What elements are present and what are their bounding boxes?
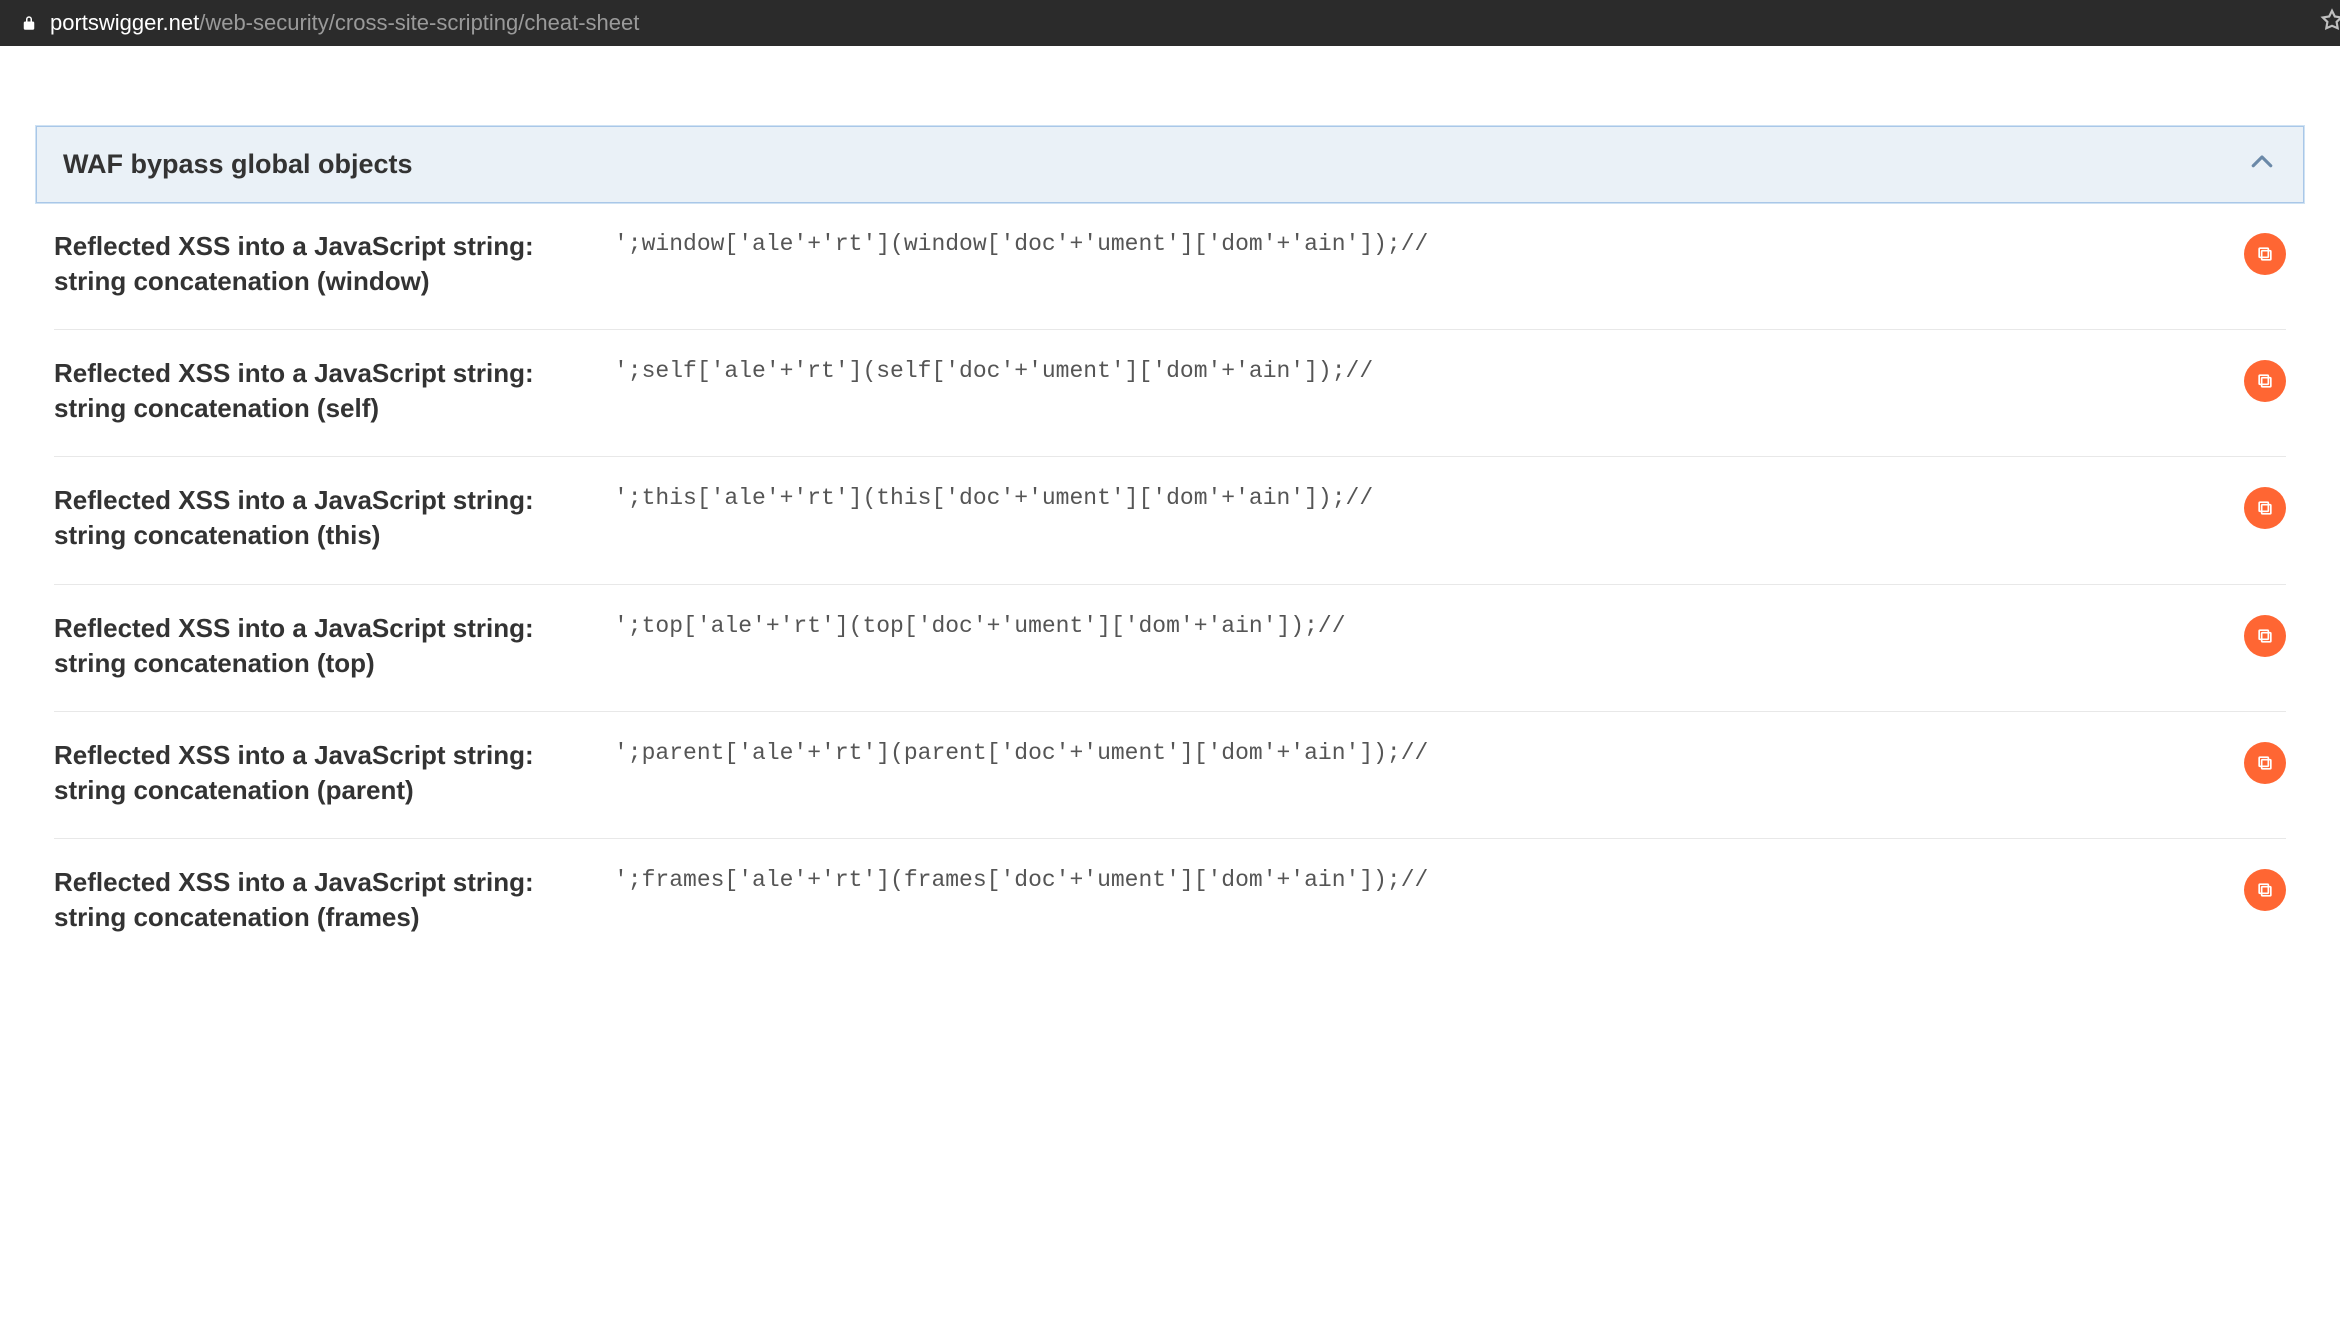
section-header[interactable]: WAF bypass global objects [36, 126, 2304, 203]
page-content: WAF bypass global objects Reflected XSS … [0, 46, 2340, 965]
bookmark-star-icon[interactable] [2319, 8, 2340, 39]
row-title: Reflected XSS into a JavaScript string: … [54, 356, 594, 426]
copy-icon [2255, 880, 2275, 900]
cheat-sheet-rows: Reflected XSS into a JavaScript string: … [36, 203, 2304, 965]
copy-button[interactable] [2244, 869, 2286, 911]
row-code: ';this['ale'+'rt'](this['doc'+'ument']['… [614, 483, 2206, 511]
browser-address-bar[interactable]: portswigger.net/web-security/cross-site-… [0, 0, 2340, 46]
row-title: Reflected XSS into a JavaScript string: … [54, 483, 594, 553]
copy-icon [2255, 244, 2275, 264]
row-code: ';parent['ale'+'rt'](parent['doc'+'ument… [614, 738, 2206, 766]
copy-icon [2255, 626, 2275, 646]
copy-icon [2255, 753, 2275, 773]
copy-button[interactable] [2244, 360, 2286, 402]
copy-icon [2255, 371, 2275, 391]
row-code: ';self['ale'+'rt'](self['doc'+'ument']['… [614, 356, 2206, 384]
cheat-sheet-row: Reflected XSS into a JavaScript string: … [54, 839, 2286, 965]
row-title: Reflected XSS into a JavaScript string: … [54, 738, 594, 808]
row-code: ';frames['ale'+'rt'](frames['doc'+'ument… [614, 865, 2206, 893]
row-title: Reflected XSS into a JavaScript string: … [54, 611, 594, 681]
url-path: /web-security/cross-site-scripting/cheat… [199, 10, 639, 36]
row-title: Reflected XSS into a JavaScript string: … [54, 865, 594, 935]
copy-button[interactable] [2244, 233, 2286, 275]
section-title: WAF bypass global objects [63, 149, 413, 180]
copy-button[interactable] [2244, 742, 2286, 784]
cheat-sheet-row: Reflected XSS into a JavaScript string: … [54, 712, 2286, 839]
cheat-sheet-row: Reflected XSS into a JavaScript string: … [54, 330, 2286, 457]
copy-button-column [2226, 611, 2286, 657]
lock-icon [20, 14, 38, 32]
copy-button[interactable] [2244, 615, 2286, 657]
copy-button-column [2226, 738, 2286, 784]
cheat-sheet-row: Reflected XSS into a JavaScript string: … [54, 457, 2286, 584]
row-code: ';window['ale'+'rt'](window['doc'+'ument… [614, 229, 2206, 257]
copy-button-column [2226, 356, 2286, 402]
cheat-sheet-row: Reflected XSS into a JavaScript string: … [54, 585, 2286, 712]
copy-button[interactable] [2244, 487, 2286, 529]
chevron-up-icon [2247, 147, 2277, 182]
row-title: Reflected XSS into a JavaScript string: … [54, 229, 594, 299]
url-domain: portswigger.net [50, 10, 199, 36]
row-code: ';top['ale'+'rt'](top['doc'+'ument']['do… [614, 611, 2206, 639]
copy-button-column [2226, 229, 2286, 275]
cheat-sheet-row: Reflected XSS into a JavaScript string: … [54, 203, 2286, 330]
copy-button-column [2226, 865, 2286, 911]
copy-icon [2255, 498, 2275, 518]
copy-button-column [2226, 483, 2286, 529]
url-text: portswigger.net/web-security/cross-site-… [50, 10, 639, 36]
